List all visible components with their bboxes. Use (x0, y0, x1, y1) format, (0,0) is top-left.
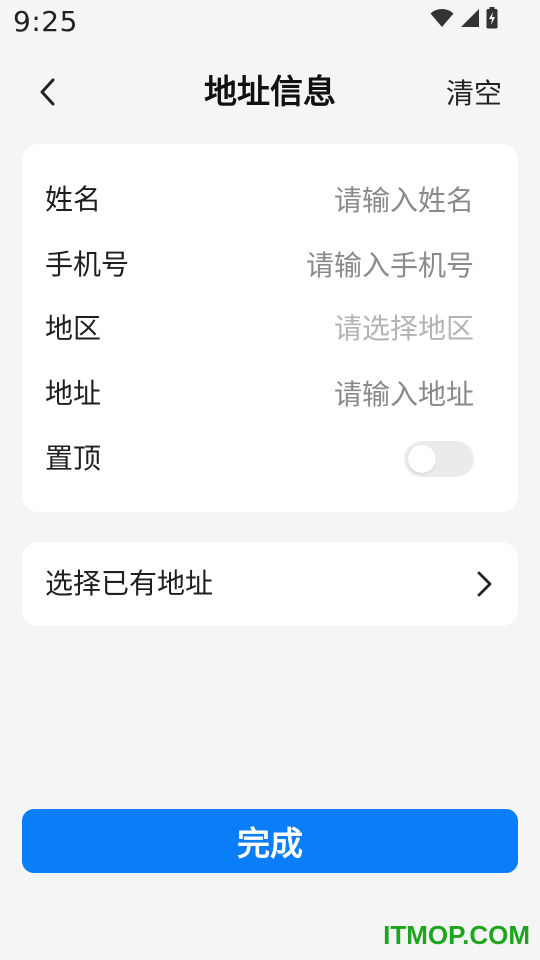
form-row-phone: 手机号 (22, 233, 518, 297)
phone-input[interactable] (174, 245, 474, 285)
pin-top-label: 置顶 (45, 442, 102, 475)
pin-top-toggle[interactable] (404, 441, 474, 477)
form-row-region: 地区 请选择地区 (22, 297, 518, 361)
status-bar: 9:25 (0, 0, 540, 44)
address-label: 地址 (45, 377, 102, 410)
form-row-address: 地址 (22, 362, 518, 426)
watermark-logo: ITMOP.COM (383, 920, 530, 950)
region-selector[interactable]: 请选择地区 (334, 297, 474, 361)
status-time: 9:25 (13, 5, 78, 38)
select-existing-address-button[interactable]: 选择已有地址 (22, 542, 518, 626)
phone-label: 手机号 (45, 248, 130, 281)
chevron-right-icon (477, 571, 492, 597)
done-button[interactable]: 完成 (22, 809, 518, 873)
toggle-knob (408, 445, 436, 473)
cellular-signal-icon (461, 9, 479, 27)
address-input[interactable] (224, 374, 474, 414)
address-form-card: 姓名 手机号 地区 请选择地区 地址 置顶 (22, 144, 518, 512)
name-label: 姓名 (45, 183, 102, 216)
form-row-name: 姓名 (22, 168, 518, 232)
select-existing-address-label: 选择已有地址 (45, 567, 214, 600)
clear-button[interactable]: 清空 (446, 74, 502, 114)
wifi-icon (430, 9, 454, 27)
name-input[interactable] (224, 180, 474, 220)
region-label: 地区 (45, 312, 102, 345)
form-row-pin-top: 置顶 (22, 427, 518, 491)
battery-charging-icon (486, 7, 498, 29)
header: 地址信息 清空 (0, 60, 540, 124)
status-icons (430, 7, 498, 29)
